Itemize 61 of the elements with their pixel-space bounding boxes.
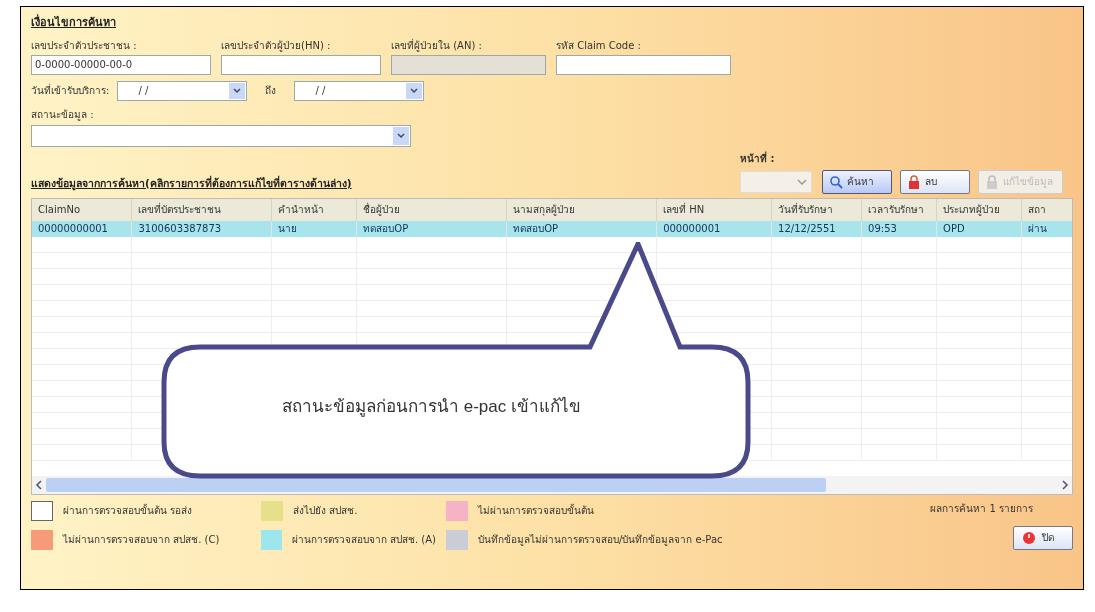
field-label: สถานะข้อมูล : (31, 107, 94, 122)
column-header[interactable]: ประเภทผู้ป่วย (936, 198, 1022, 221)
legend-label: บันทึกข้อมูลไม่ผ่านการตรวจสอบ/บันทึกข้อมูลจาก e-Pac (478, 533, 723, 547)
column-header[interactable]: คำนำหน้า (271, 198, 357, 221)
table-cell: ทดสอบOP (506, 220, 657, 237)
date-value: / / (315, 84, 326, 98)
table-cell: ทดสอบOP (356, 220, 507, 237)
legend-label: ส่งไปยัง สปสช. (293, 504, 358, 518)
date-picker[interactable]: / / (294, 80, 425, 101)
section-title: แสดงข้อมูลจากการค้นหา(คลิกรายการที่ต้องการแก้ไขที่ตารางด้านล่าง) (31, 175, 352, 192)
scroll-left-icon (35, 479, 43, 490)
toolbar-button[interactable]: ลบ (900, 169, 970, 194)
column-header[interactable]: นามสกุลผู้ป่วย (506, 198, 657, 221)
padlock-icon (985, 174, 999, 189)
input-field[interactable] (556, 54, 731, 75)
section-title: เงื่อนไขการค้นหา (31, 15, 116, 31)
scroll-right-icon (1061, 479, 1069, 490)
callout-text: สถานะข้อมูลก่อนการนำ e-pac เข้าแก้ไข (282, 395, 581, 419)
search-icon (829, 174, 843, 189)
dropdown-icon (797, 177, 807, 186)
scrollbar-thumb[interactable] (46, 477, 826, 492)
column-header[interactable]: เลขที่ HN (656, 198, 772, 221)
column-header[interactable]: เลขที่บัตรประชาชน (131, 198, 272, 221)
column-header[interactable]: ClaimNo (32, 198, 132, 221)
column-header[interactable]: สถา (1021, 198, 1072, 221)
legend-label: ไม่ผ่านการตรวจสอบจาก สปสช. (C) (63, 533, 220, 547)
status-dropdown[interactable] (31, 124, 411, 147)
table-cell: นาย (271, 220, 357, 237)
legend-label: ไม่ผ่านการตรวจสอบขั้นต้น (478, 503, 594, 518)
field-label: หน้าที่ : (740, 150, 775, 166)
date-value: / / (138, 84, 149, 98)
dropdown-icon (393, 126, 409, 145)
field-label: เลขที่ผู้ป่วยใน (AN) : (391, 37, 482, 53)
column-header[interactable]: ชื่อผู้ป่วย (356, 198, 507, 221)
page-dropdown[interactable] (740, 170, 812, 193)
legend-label: ผ่านการตรวจสอบขั้นต้น รอส่ง (63, 503, 193, 518)
table-cell: 3100603387873 (131, 220, 272, 237)
table-cell: 09:53 (861, 220, 937, 237)
input-field[interactable]: 0-0000-00000-00-0 (31, 54, 211, 75)
field-label: วันที่เข้ารับบริการ: (31, 83, 110, 98)
toolbar-button[interactable]: ค้นหา (822, 169, 892, 194)
table-cell: 00000000001 (32, 220, 132, 237)
table-cell: OPD (936, 220, 1022, 237)
result-count: ผลการค้นหา 1 รายการ (930, 501, 1033, 516)
legend-label: ผ่านการตรวจสอบจาก สปสช. (A) (291, 533, 436, 547)
table-cell: 12/12/2551 (771, 220, 862, 237)
column-header[interactable]: เวลารับรักษา (861, 198, 937, 221)
field-label: เลขประจำตัวผู้ป่วย(HN) : (221, 38, 331, 53)
table-cell: ผ่าน (1021, 220, 1072, 237)
column-header[interactable]: วันที่รับรักษา (771, 198, 862, 221)
field-label: เลขประจำตัวประชาชน : (31, 38, 137, 53)
power-icon (1022, 530, 1036, 545)
table-cell: 000000001 (656, 220, 772, 237)
padlock-icon (907, 174, 921, 189)
field-label: ถึง (265, 84, 277, 98)
date-picker[interactable]: / / (117, 80, 248, 101)
dropdown-icon (406, 82, 423, 99)
input-field[interactable] (221, 54, 381, 75)
close-button[interactable]: ปิด (1013, 525, 1073, 550)
dropdown-icon (229, 82, 246, 99)
field-label: รหัส Claim Code : (556, 38, 641, 53)
